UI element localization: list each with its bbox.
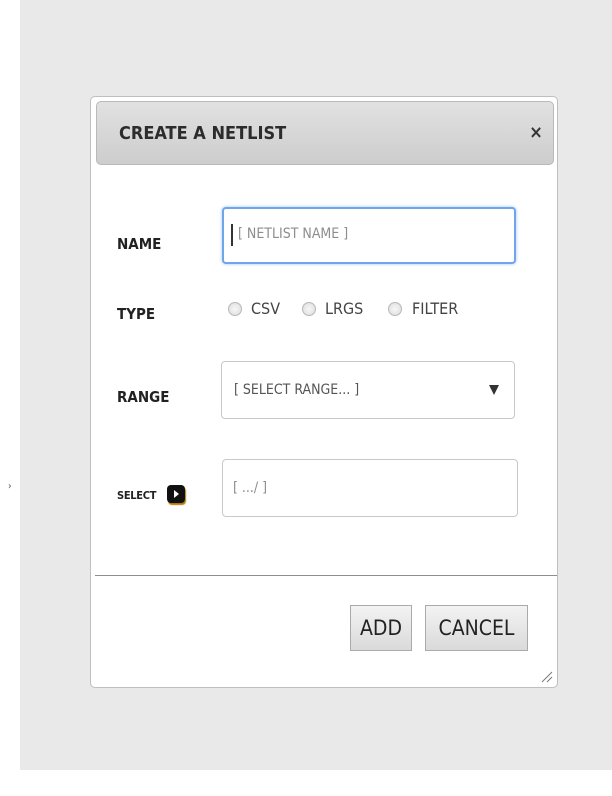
select-path-input[interactable]: [ .../ ] (222, 459, 518, 517)
name-label: NAME (117, 235, 162, 253)
radio-lrgs[interactable] (302, 302, 316, 316)
edge-tick: › (8, 481, 12, 492)
radio-filter-label[interactable]: FILTER (412, 299, 458, 318)
radio-csv[interactable] (228, 302, 242, 316)
dialog-title: CREATE A NETLIST (119, 123, 287, 144)
footer-divider (95, 575, 557, 576)
select-path-placeholder: [ .../ ] (233, 480, 268, 496)
create-netlist-dialog: CREATE A NETLIST × NAME [ NETLIST NAME ]… (90, 96, 558, 688)
dialog-titlebar[interactable]: CREATE A NETLIST × (96, 101, 554, 165)
type-label: TYPE (117, 305, 156, 323)
radio-lrgs-label[interactable]: LRGS (325, 299, 363, 318)
close-icon[interactable]: × (527, 124, 545, 142)
range-selected-value: [ SELECT RANGE... ] (234, 382, 360, 398)
radio-filter[interactable] (388, 302, 402, 316)
dropdown-arrow-icon (489, 385, 499, 395)
resize-grip-icon[interactable] (539, 669, 553, 683)
netlist-name-input[interactable]: [ NETLIST NAME ] (222, 207, 516, 264)
range-select[interactable]: [ SELECT RANGE... ] (221, 361, 515, 419)
cancel-button[interactable]: CANCEL (425, 605, 528, 651)
range-label: RANGE (117, 388, 170, 406)
select-arrow-icon[interactable] (167, 485, 185, 503)
add-button[interactable]: ADD (350, 605, 412, 651)
netlist-name-placeholder: [ NETLIST NAME ] (238, 226, 349, 242)
radio-csv-label[interactable]: CSV (251, 299, 280, 318)
select-label: SELECT (117, 489, 157, 502)
text-caret (231, 224, 233, 246)
